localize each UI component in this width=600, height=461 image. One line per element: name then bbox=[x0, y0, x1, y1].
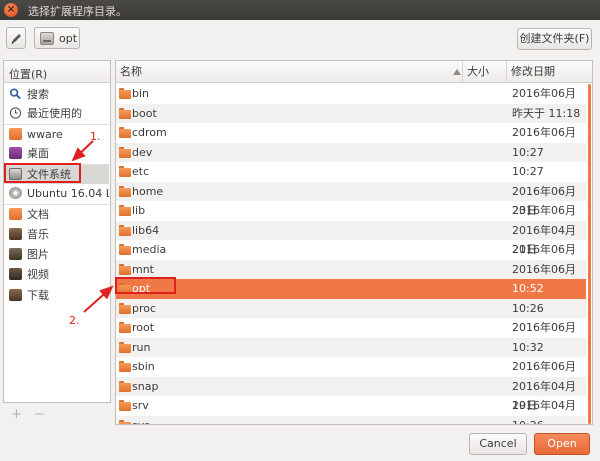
annotation-arrow-1 bbox=[71, 140, 94, 162]
annotation-arrows bbox=[71, 140, 114, 313]
cancel-button[interactable]: Cancel bbox=[469, 433, 527, 455]
open-button[interactable]: Open bbox=[534, 433, 590, 455]
annotation-arrow-2 bbox=[83, 285, 114, 313]
annotation-step-1: 1. bbox=[90, 130, 101, 143]
annotation-step-2: 2. bbox=[69, 314, 80, 327]
